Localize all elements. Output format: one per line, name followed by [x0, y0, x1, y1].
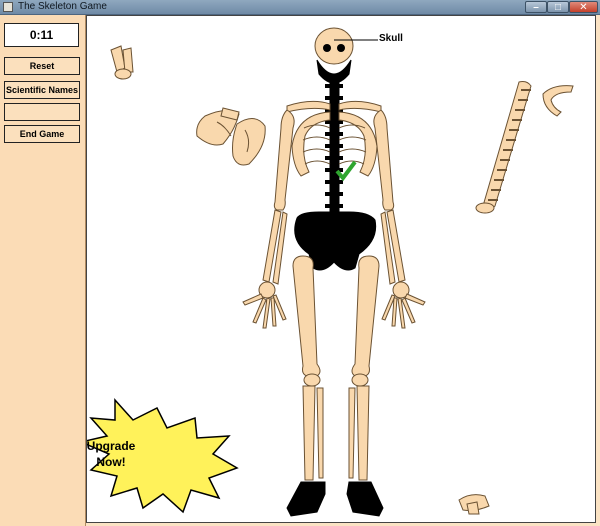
- left-shin-bone[interactable]: [302, 385, 324, 481]
- close-button[interactable]: ✕: [569, 1, 598, 13]
- skull-label: Skull: [379, 33, 403, 44]
- right-humerus-bone[interactable]: [373, 109, 395, 211]
- game-board: .b { fill: #f9d8ad; stroke: #6b5233; str…: [86, 15, 596, 523]
- right-kneecap-bone[interactable]: [351, 373, 369, 387]
- reset-button[interactable]: Reset: [4, 57, 80, 75]
- left-humerus-bone[interactable]: [273, 109, 295, 211]
- right-hand-bone[interactable]: [381, 281, 426, 329]
- loose-foot-bones[interactable]: [458, 494, 490, 515]
- scientific-names-button[interactable]: Scientific Names: [4, 81, 80, 99]
- title-bar: The Skeleton Game – □ ✕: [0, 0, 600, 15]
- upgrade-line2: Now!: [96, 455, 126, 469]
- right-clavicle-bone[interactable]: [338, 100, 382, 113]
- left-forearm-bone[interactable]: [262, 209, 288, 285]
- skull-bone[interactable]: [314, 27, 354, 65]
- left-femur-bone[interactable]: [292, 255, 321, 377]
- app-icon: [3, 2, 13, 12]
- loose-finger-bones[interactable]: [110, 45, 134, 80]
- window-title: The Skeleton Game: [18, 1, 107, 12]
- loose-vertebrae-bones[interactable]: [475, 81, 532, 214]
- minimize-button[interactable]: –: [525, 1, 547, 13]
- blank-button[interactable]: [4, 103, 80, 121]
- left-clavicle-bone[interactable]: [286, 100, 331, 113]
- upgrade-line1: Upgrade: [86, 439, 136, 453]
- loose-rib-bone[interactable]: [542, 85, 574, 117]
- maximize-button[interactable]: □: [547, 1, 569, 13]
- loose-scapula-bones[interactable]: [196, 107, 266, 166]
- left-foot-missing[interactable]: [286, 481, 326, 517]
- left-kneecap-bone[interactable]: [303, 373, 321, 387]
- right-shin-bone[interactable]: [348, 385, 370, 481]
- right-forearm-bone[interactable]: [380, 209, 406, 285]
- left-hand-bone[interactable]: [242, 281, 287, 329]
- right-foot-missing[interactable]: [346, 481, 384, 517]
- right-femur-bone[interactable]: [351, 255, 380, 377]
- upgrade-now-button[interactable]: Upgrade Now!: [11, 438, 211, 470]
- timer-display: 0:11: [4, 23, 79, 47]
- end-game-button[interactable]: End Game: [4, 125, 80, 143]
